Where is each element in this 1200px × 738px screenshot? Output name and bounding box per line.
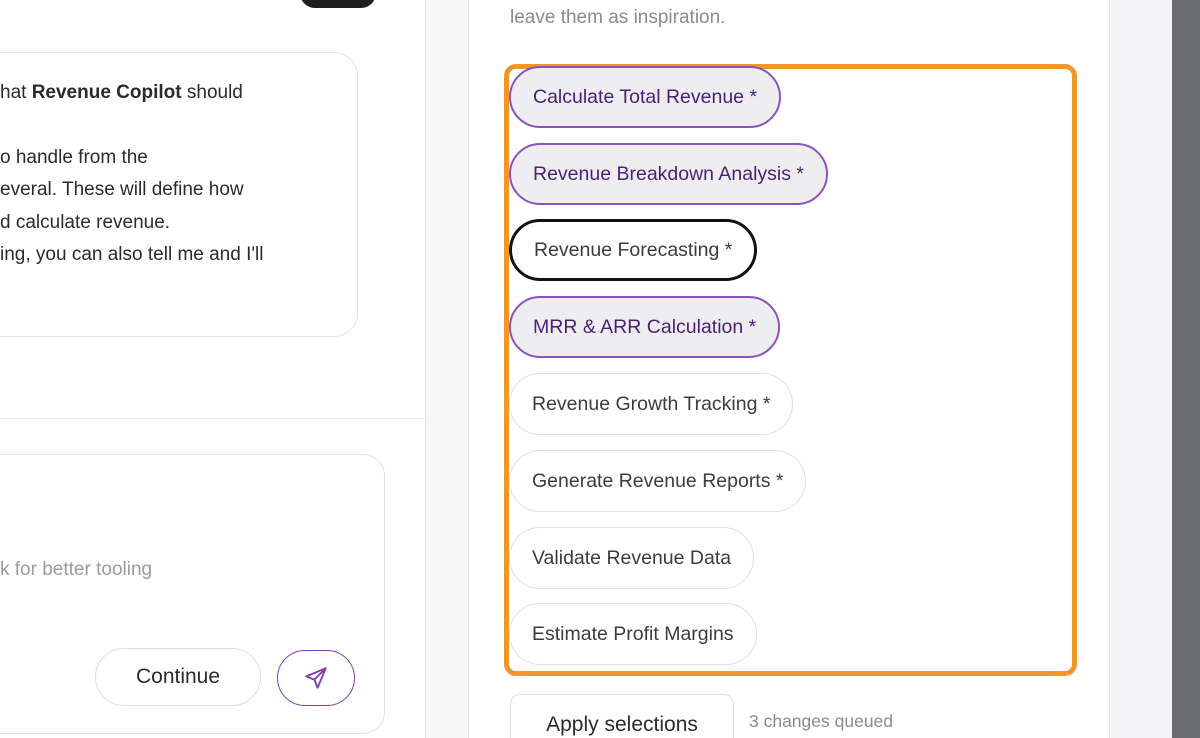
message-line-1-prefix: hat: [0, 82, 32, 103]
message-line-3: everal. These will define how: [0, 179, 244, 200]
message-line-1-suffix: should: [181, 82, 243, 103]
chip-revenue-forecasting[interactable]: Revenue Forecasting *: [509, 219, 758, 281]
pane-divider: [0, 418, 426, 419]
message-line-1: hat Revenue Copilot should: [0, 77, 345, 110]
chip-revenue-breakdown-analysis[interactable]: Revenue Breakdown Analysis *: [509, 143, 828, 205]
scrollbar-track: [1110, 0, 1172, 738]
send-button[interactable]: [277, 650, 355, 706]
assistant-message-text: hat Revenue Copilot should o handle from…: [0, 77, 345, 272]
apply-selections-button[interactable]: Apply selections: [510, 694, 734, 738]
composer-input-placeholder[interactable]: k for better tooling: [0, 559, 220, 585]
top-pill-button[interactable]: [300, 0, 376, 8]
message-line-5: ing, you can also tell me and I'll: [0, 244, 264, 265]
chip-revenue-growth-tracking[interactable]: Revenue Growth Tracking *: [509, 373, 794, 435]
send-icon: [305, 667, 327, 689]
chip-validate-revenue-data[interactable]: Validate Revenue Data: [509, 527, 755, 589]
scrollbar-thumb[interactable]: [1172, 0, 1200, 738]
message-line-4: d calculate revenue.: [0, 211, 171, 233]
chip-generate-revenue-reports[interactable]: Generate Revenue Reports *: [509, 450, 807, 512]
capabilities-intro-text: leave them as inspiration.: [510, 7, 726, 28]
copilot-name: Revenue Copilot: [31, 82, 182, 103]
changes-queued-status: 3 changes queued: [749, 711, 894, 731]
chip-estimate-profit-margins[interactable]: Estimate Profit Margins: [509, 603, 757, 665]
continue-button[interactable]: Continue: [95, 648, 261, 706]
chat-pane: hat Revenue Copilot should o handle from…: [0, 0, 426, 738]
message-line-2: o handle from the: [0, 146, 148, 168]
chip-mrr-arr-calculation[interactable]: MRR & ARR Calculation *: [509, 296, 781, 358]
chip-calculate-total-revenue[interactable]: Calculate Total Revenue *: [509, 66, 782, 128]
composer-placeholder-text: k for better tooling: [0, 559, 153, 580]
